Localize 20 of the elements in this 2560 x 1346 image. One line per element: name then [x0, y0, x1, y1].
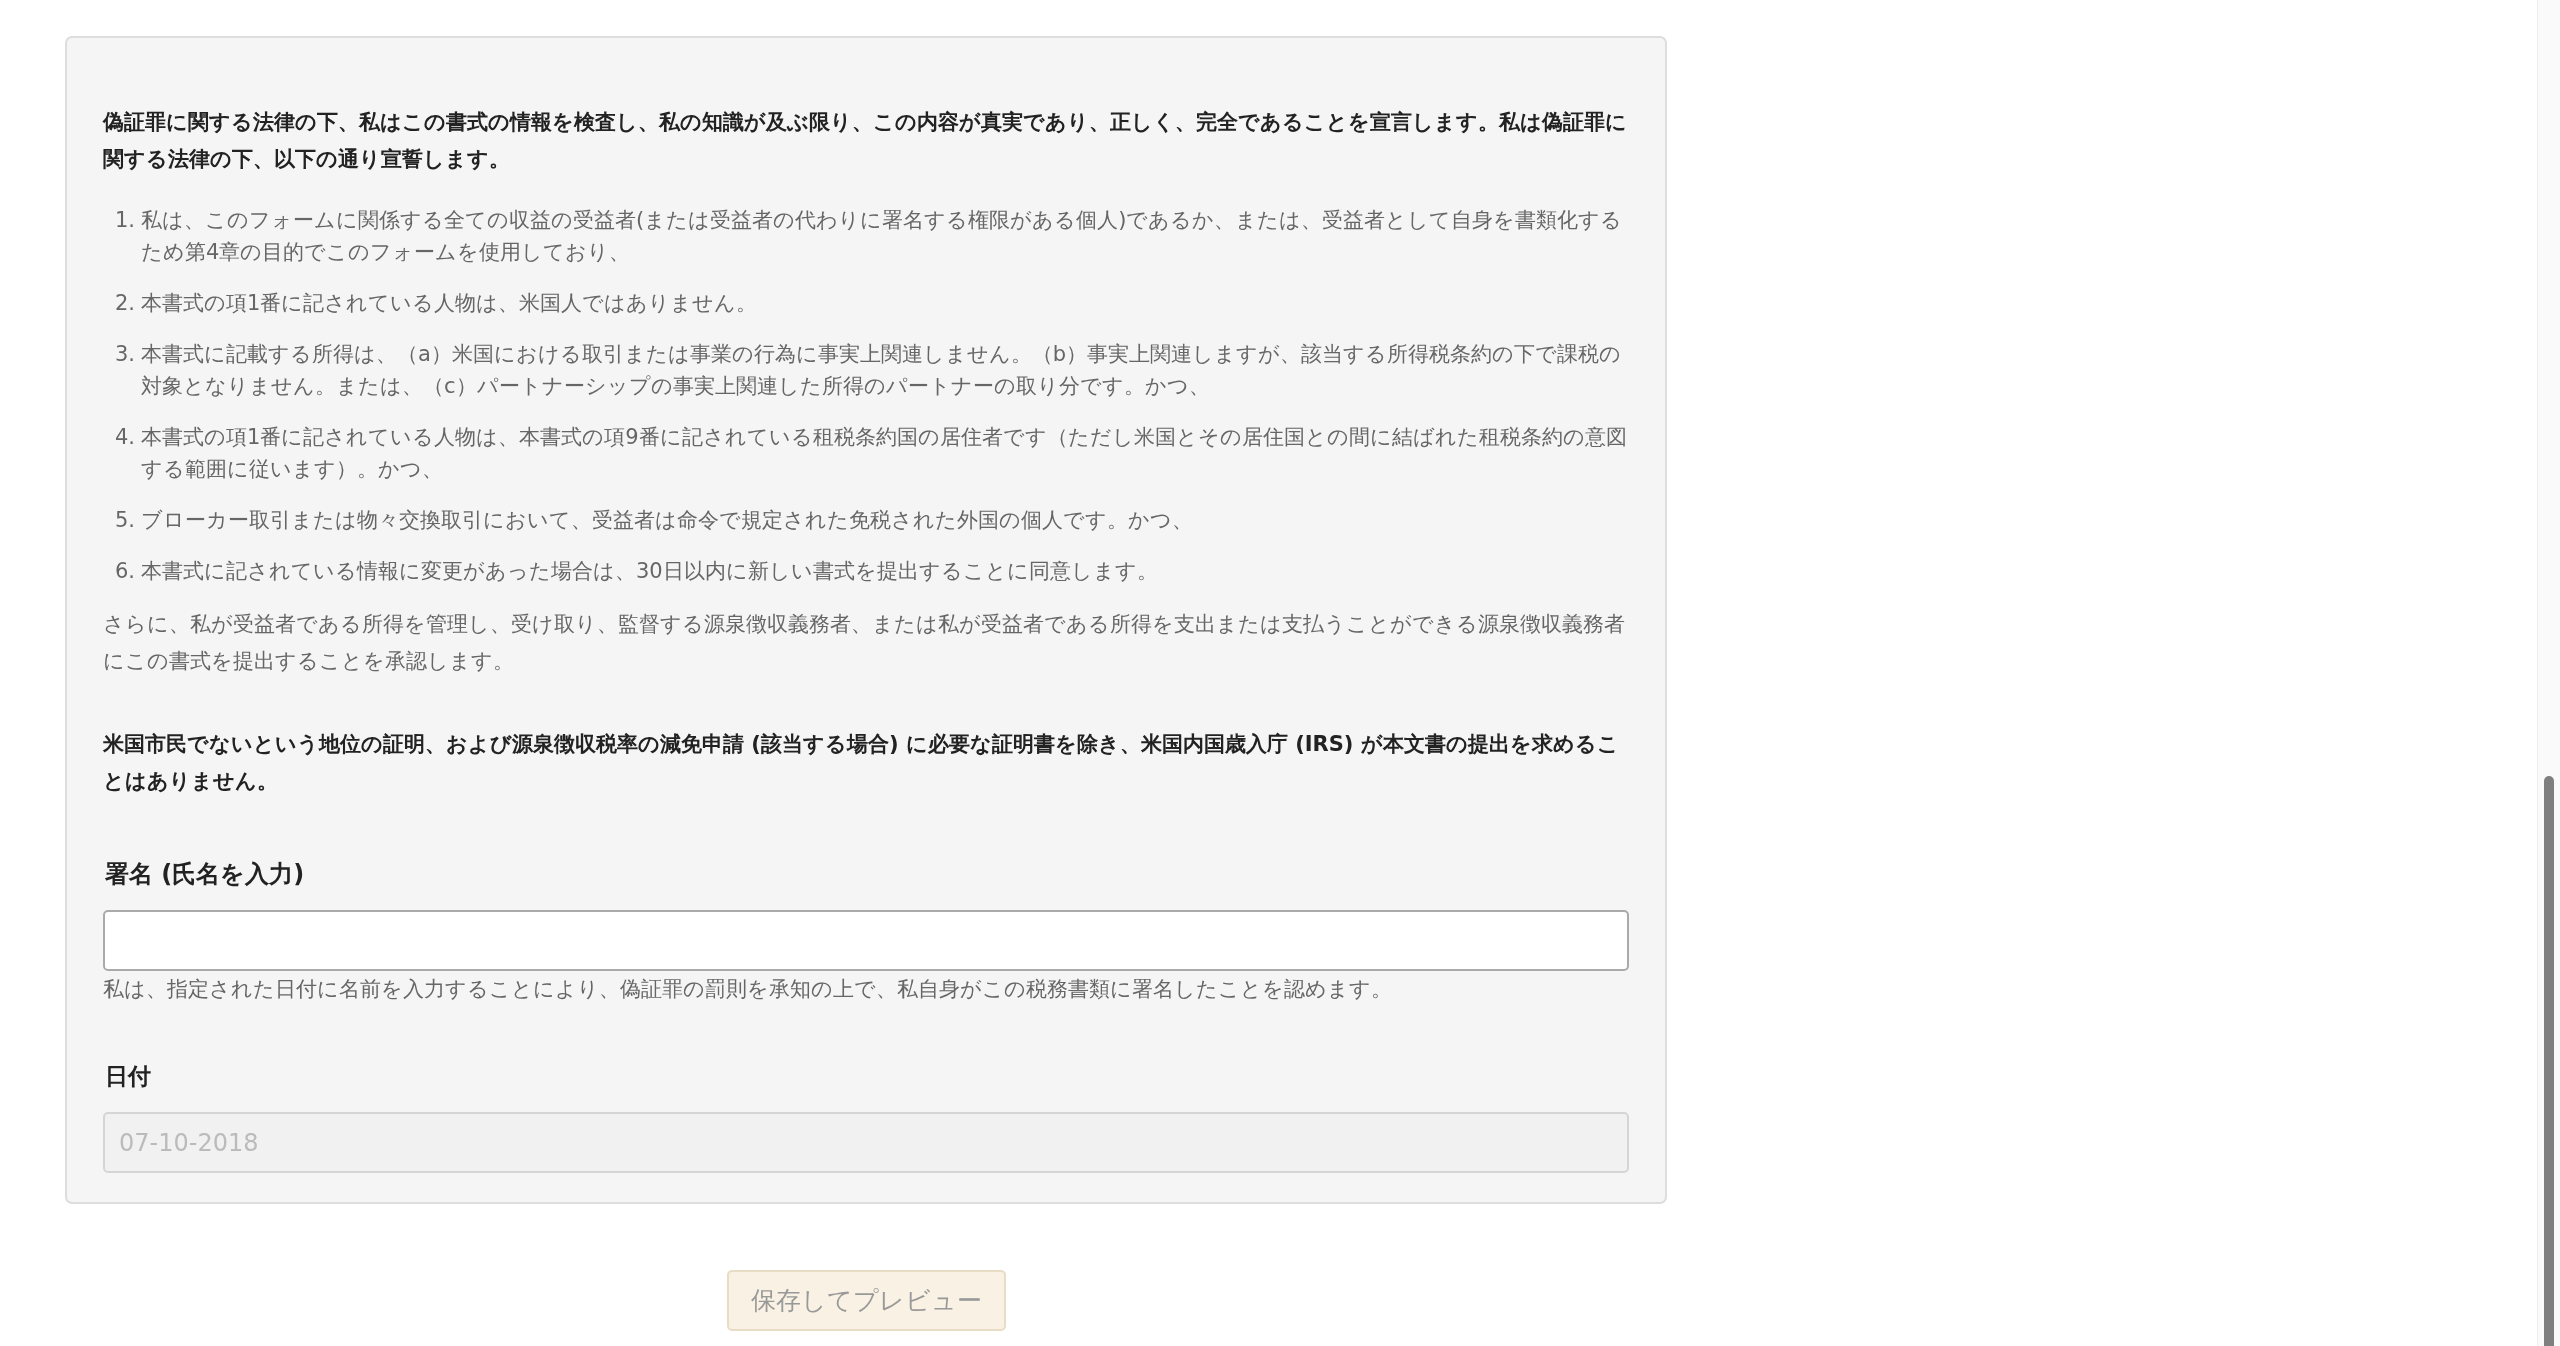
list-number: 1.	[113, 207, 136, 234]
scrollbar-thumb[interactable]	[2544, 776, 2554, 1346]
signature-input-field[interactable]	[103, 910, 1629, 971]
list-number: 4.	[113, 424, 136, 451]
list-number: 3.	[113, 341, 136, 368]
list-number: 2.	[113, 290, 136, 317]
list-item-text: 本書式に記載する所得は、（a）米国における取引または事業の行為に事実上関連しません。（b）事実上関連しますが、該当する所得税条約の下で課税の対象となりません。または、（c）パートナーシップの事実上関連した所得のパートナーの取り分です。かつ、	[141, 341, 1623, 400]
list-item-text: 本書式の項1番に記されている人物は、本書式の項9番に記されている租税条約国の居住者です（ただし米国とその居住国との間に結ばれた租税条約の意図する範囲に従います）。かつ、	[141, 424, 1628, 483]
list-number: 5.	[113, 507, 136, 534]
signature-label: 署名 (氏名を入力)	[105, 859, 305, 890]
list-item-text: ブローカー取引または物々交換取引において、受益者は命令で規定された免税された外国の個人です。かつ、	[141, 507, 1193, 534]
irs-note-text: 米国市民でないという地位の証明、および源泉徴収税率の減免申請 (該当する場合) に必要な証明書を除き、米国内国歳入庁 (IRS) が本文書の提出を求めることはありません。	[103, 731, 1620, 795]
signature-help-text: 私は、指定された日付に名前を入力することにより、偽証罪の罰則を承知の上で、私自身がこの税務書類に署名したことを認めます。	[103, 976, 1392, 1003]
acknowledgement-text: さらに、私が受益者である所得を管理し、受け取り、監督する源泉徴収義務者、または私が受益者である所得を支出または支払うことができる源泉徴収義務者にこの書式を提出することを承認します。	[103, 611, 1626, 675]
list-item-text: 私は、このフォームに関係する全ての収益の受益者(または受益者の代わりに署名する権限がある個人)であるか、または、受益者として自身を書類化するため第4章の目的でこのフォームを使用しており、	[141, 207, 1624, 266]
date-label: 日付	[105, 1062, 151, 1091]
list-item-text: 本書式の項1番に記されている人物は、米国人ではありません。	[141, 290, 758, 317]
list-number: 6.	[113, 558, 136, 585]
list-item-text: 本書式に記されている情報に変更があった場合は、30日以内に新しい書式を提出することに同意します。	[141, 558, 1158, 585]
declaration-text: 偽証罪に関する法律の下、私はこの書式の情報を検査し、私の知識が及ぶ限り、この内容が真実であり、正しく、完全であることを宣言します。私は偽証罪に関する法律の下、以下の通り宣誓します。	[103, 109, 1628, 173]
